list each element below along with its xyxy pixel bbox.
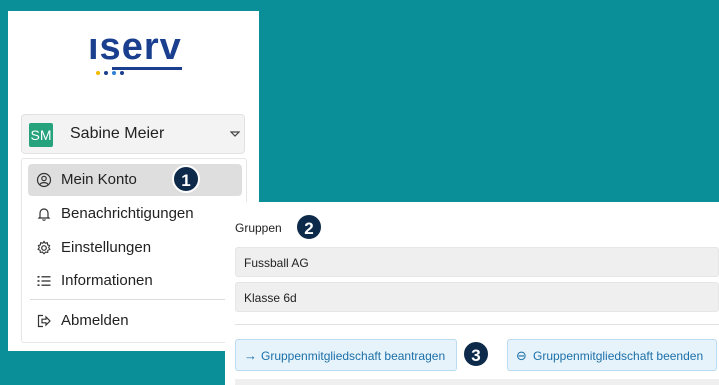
button-label: Gruppenmitgliedschaft beantragen [261, 349, 446, 363]
menu-item-label: Abmelden [61, 312, 129, 329]
group-item: Klasse 6d [235, 282, 719, 312]
group-item-label: Fussball AG [244, 256, 309, 270]
divider [235, 324, 719, 325]
logout-icon [37, 314, 51, 328]
step-badge-3: 3 [462, 340, 490, 368]
chevron-down-icon [230, 131, 240, 137]
logo-dot [96, 71, 100, 75]
menu-item-label: Einstellungen [61, 239, 152, 256]
group-item-label: Klasse 6d [244, 291, 297, 305]
step-badge-2: 2 [295, 213, 323, 241]
user-menu-toggle[interactable]: SM Sabine Meier [21, 114, 245, 154]
account-circle-icon [36, 172, 52, 188]
menu-item-label: Informationen [61, 272, 153, 289]
menu-item-abmelden[interactable]: Abmelden [28, 305, 242, 337]
account-dropdown-menu: Mein Konto Benachrichtigungen Einstellun… [21, 158, 247, 343]
user-name: Sabine Meier [70, 125, 165, 142]
iserv-logo: ıserv [88, 27, 184, 81]
menu-divider [30, 299, 240, 300]
step-badge-1: 1 [172, 165, 200, 193]
menu-item-einstellungen[interactable]: Einstellungen [28, 232, 242, 264]
logo-dot [112, 71, 116, 75]
button-label: Gruppenmitgliedschaft beenden [533, 349, 704, 363]
arrow-right-icon: → [244, 348, 257, 363]
exit-icon: ⊖ [516, 348, 527, 363]
next-row-strip [235, 379, 719, 385]
list-icon [37, 276, 51, 286]
logo-dot [120, 71, 124, 75]
groups-heading: Gruppen [235, 221, 282, 235]
end-membership-button[interactable]: ⊖ Gruppenmitgliedschaft beenden [507, 339, 717, 371]
logo-dot [104, 71, 108, 75]
group-item: Fussball AG [235, 247, 719, 277]
menu-item-label: Benachrichtigungen [61, 205, 194, 222]
bell-icon [37, 208, 51, 221]
gear-icon [37, 240, 51, 255]
logo-underline [112, 67, 182, 70]
logo-text: ıserv [88, 26, 182, 68]
menu-item-mein-konto[interactable]: Mein Konto [28, 164, 242, 196]
request-membership-button[interactable]: → Gruppenmitgliedschaft beantragen [235, 339, 457, 371]
menu-item-benachrichtigungen[interactable]: Benachrichtigungen [28, 198, 242, 230]
menu-item-informationen[interactable]: Informationen [28, 265, 242, 297]
menu-item-label: Mein Konto [61, 171, 137, 188]
avatar: SM [29, 123, 53, 147]
account-menu-panel: ıserv SM Sabine Meier Mein Konto Benachr… [8, 11, 259, 351]
